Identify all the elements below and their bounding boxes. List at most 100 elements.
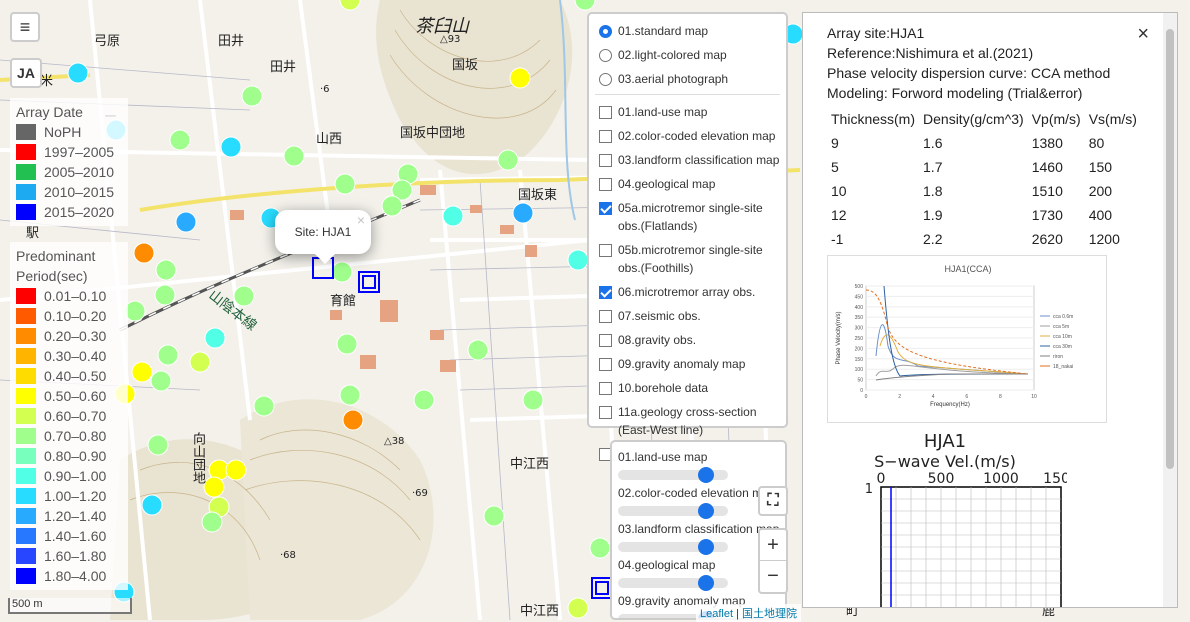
radio-button[interactable] <box>599 49 612 62</box>
observation-marker[interactable] <box>483 505 505 527</box>
legend-label: 1.80–4.00 <box>44 568 107 584</box>
opacity-slider[interactable] <box>618 467 728 483</box>
base-layer-option[interactable]: 02.light-colored map <box>595 46 780 64</box>
checkbox[interactable] <box>599 202 612 215</box>
observation-marker[interactable] <box>175 211 197 233</box>
observation-marker[interactable] <box>331 261 353 283</box>
legend-row: 0.80–0.90 <box>16 446 122 466</box>
observation-marker[interactable] <box>155 259 177 281</box>
overlay-layer-option[interactable]: 04.geological map <box>595 175 780 193</box>
overlay-layer-option[interactable]: 05b.microtremor single-site obs.(Foothil… <box>595 241 780 277</box>
menu-button[interactable]: ≡ <box>10 12 40 42</box>
checkbox[interactable] <box>599 358 612 371</box>
observation-marker[interactable] <box>124 300 146 322</box>
table-cell: 150 <box>1088 159 1113 175</box>
overlay-layer-option[interactable]: 10.borehole data <box>595 379 780 397</box>
observation-marker[interactable] <box>283 145 305 167</box>
overlay-layer-option[interactable]: 07.seismic obs. <box>595 307 780 325</box>
opacity-slider[interactable] <box>618 539 728 555</box>
observation-marker[interactable] <box>381 195 403 217</box>
checkbox[interactable] <box>599 406 612 419</box>
slider-thumb[interactable] <box>698 503 714 519</box>
zoom-out-button[interactable]: − <box>760 561 786 592</box>
checkbox[interactable] <box>599 178 612 191</box>
checkbox[interactable] <box>599 130 612 143</box>
opacity-slider[interactable] <box>618 575 728 591</box>
checkbox[interactable] <box>599 154 612 167</box>
overlay-layer-option[interactable]: 06.microtremor array obs. <box>595 283 780 301</box>
checkbox[interactable] <box>599 334 612 347</box>
layer-separator <box>595 94 780 95</box>
checkbox[interactable] <box>599 106 612 119</box>
profile-subtitle: S−wave Vel.(m/s) <box>874 452 1016 471</box>
observation-marker[interactable] <box>442 205 464 227</box>
observation-marker[interactable] <box>220 136 242 158</box>
observation-marker[interactable] <box>497 149 519 171</box>
observation-marker[interactable] <box>157 344 179 366</box>
table-row: 12 1.9 1730 400 <box>827 203 1141 227</box>
radio-button[interactable] <box>599 73 612 86</box>
checkbox[interactable] <box>599 382 612 395</box>
overlay-layer-option[interactable]: 09.gravity anomaly map <box>595 355 780 373</box>
observation-marker[interactable] <box>131 361 153 383</box>
observation-marker[interactable] <box>336 333 358 355</box>
observation-marker[interactable] <box>203 476 225 498</box>
fullscreen-button[interactable]: ⛶ <box>758 486 788 516</box>
observation-marker[interactable] <box>567 249 589 271</box>
overlay-layer-option[interactable]: 03.landform classification map <box>595 151 780 169</box>
scrollbar-thumb[interactable] <box>1166 29 1174 469</box>
observation-marker[interactable] <box>589 537 611 559</box>
observation-marker[interactable] <box>225 459 247 481</box>
series-line <box>865 289 1029 375</box>
zoom-in-button[interactable]: + <box>760 530 786 561</box>
gsi-link[interactable]: 国土地理院 <box>742 608 797 620</box>
legend-row: 2005–2010 <box>16 162 122 182</box>
observation-marker[interactable] <box>133 242 155 264</box>
legend-swatch <box>16 488 36 504</box>
observation-marker[interactable] <box>342 409 364 431</box>
slider-thumb[interactable] <box>698 467 714 483</box>
checkbox[interactable] <box>599 310 612 323</box>
base-layer-option[interactable]: 03.aerial photograph <box>595 70 780 88</box>
observation-marker[interactable] <box>339 384 361 406</box>
observation-marker[interactable] <box>204 327 226 349</box>
observation-marker[interactable] <box>201 511 223 533</box>
base-layer-option[interactable]: 01.standard map <box>595 22 780 40</box>
y-tick-label: 300 <box>855 326 864 332</box>
checkbox[interactable] <box>599 286 612 299</box>
observation-marker[interactable] <box>150 370 172 392</box>
checkbox[interactable] <box>599 244 612 257</box>
observation-marker[interactable] <box>154 284 176 306</box>
overlay-layer-option[interactable]: 11a.geology cross-section (East-West lin… <box>595 403 780 439</box>
language-button[interactable]: JA <box>10 58 42 88</box>
observation-marker[interactable] <box>567 597 589 619</box>
x-tick-label: 6 <box>965 394 968 400</box>
table-row: 10 1.8 1510 200 <box>827 179 1141 203</box>
observation-marker[interactable] <box>413 389 435 411</box>
opacity-slider[interactable] <box>618 503 728 519</box>
overlay-layer-option[interactable]: 08.gravity obs. <box>595 331 780 349</box>
observation-marker[interactable] <box>241 85 263 107</box>
observation-marker[interactable] <box>512 202 534 224</box>
info-line: Phase velocity dispersion curve: CCA met… <box>827 65 1111 81</box>
observation-marker[interactable] <box>141 494 163 516</box>
observation-marker[interactable] <box>67 62 89 84</box>
overlay-layer-option[interactable]: 01.land-use map <box>595 103 780 121</box>
observation-marker[interactable] <box>467 339 489 361</box>
info-scrollbar[interactable] <box>1163 13 1177 607</box>
language-label: JA <box>17 65 35 81</box>
popup-close-button[interactable]: × <box>357 212 365 228</box>
slider-thumb[interactable] <box>698 575 714 591</box>
observation-marker[interactable] <box>169 129 191 151</box>
observation-marker[interactable] <box>253 395 275 417</box>
observation-marker[interactable] <box>189 351 211 373</box>
observation-marker[interactable] <box>147 434 169 456</box>
observation-marker[interactable] <box>509 67 531 89</box>
slider-thumb[interactable] <box>698 539 714 555</box>
observation-marker[interactable] <box>522 389 544 411</box>
radio-button[interactable] <box>599 25 612 38</box>
leaflet-link[interactable]: Leaflet <box>700 608 733 620</box>
overlay-layer-option[interactable]: 05a.microtremor single-site obs.(Flatlan… <box>595 199 780 235</box>
overlay-layer-option[interactable]: 02.color-coded elevation map <box>595 127 780 145</box>
observation-marker[interactable] <box>334 173 356 195</box>
